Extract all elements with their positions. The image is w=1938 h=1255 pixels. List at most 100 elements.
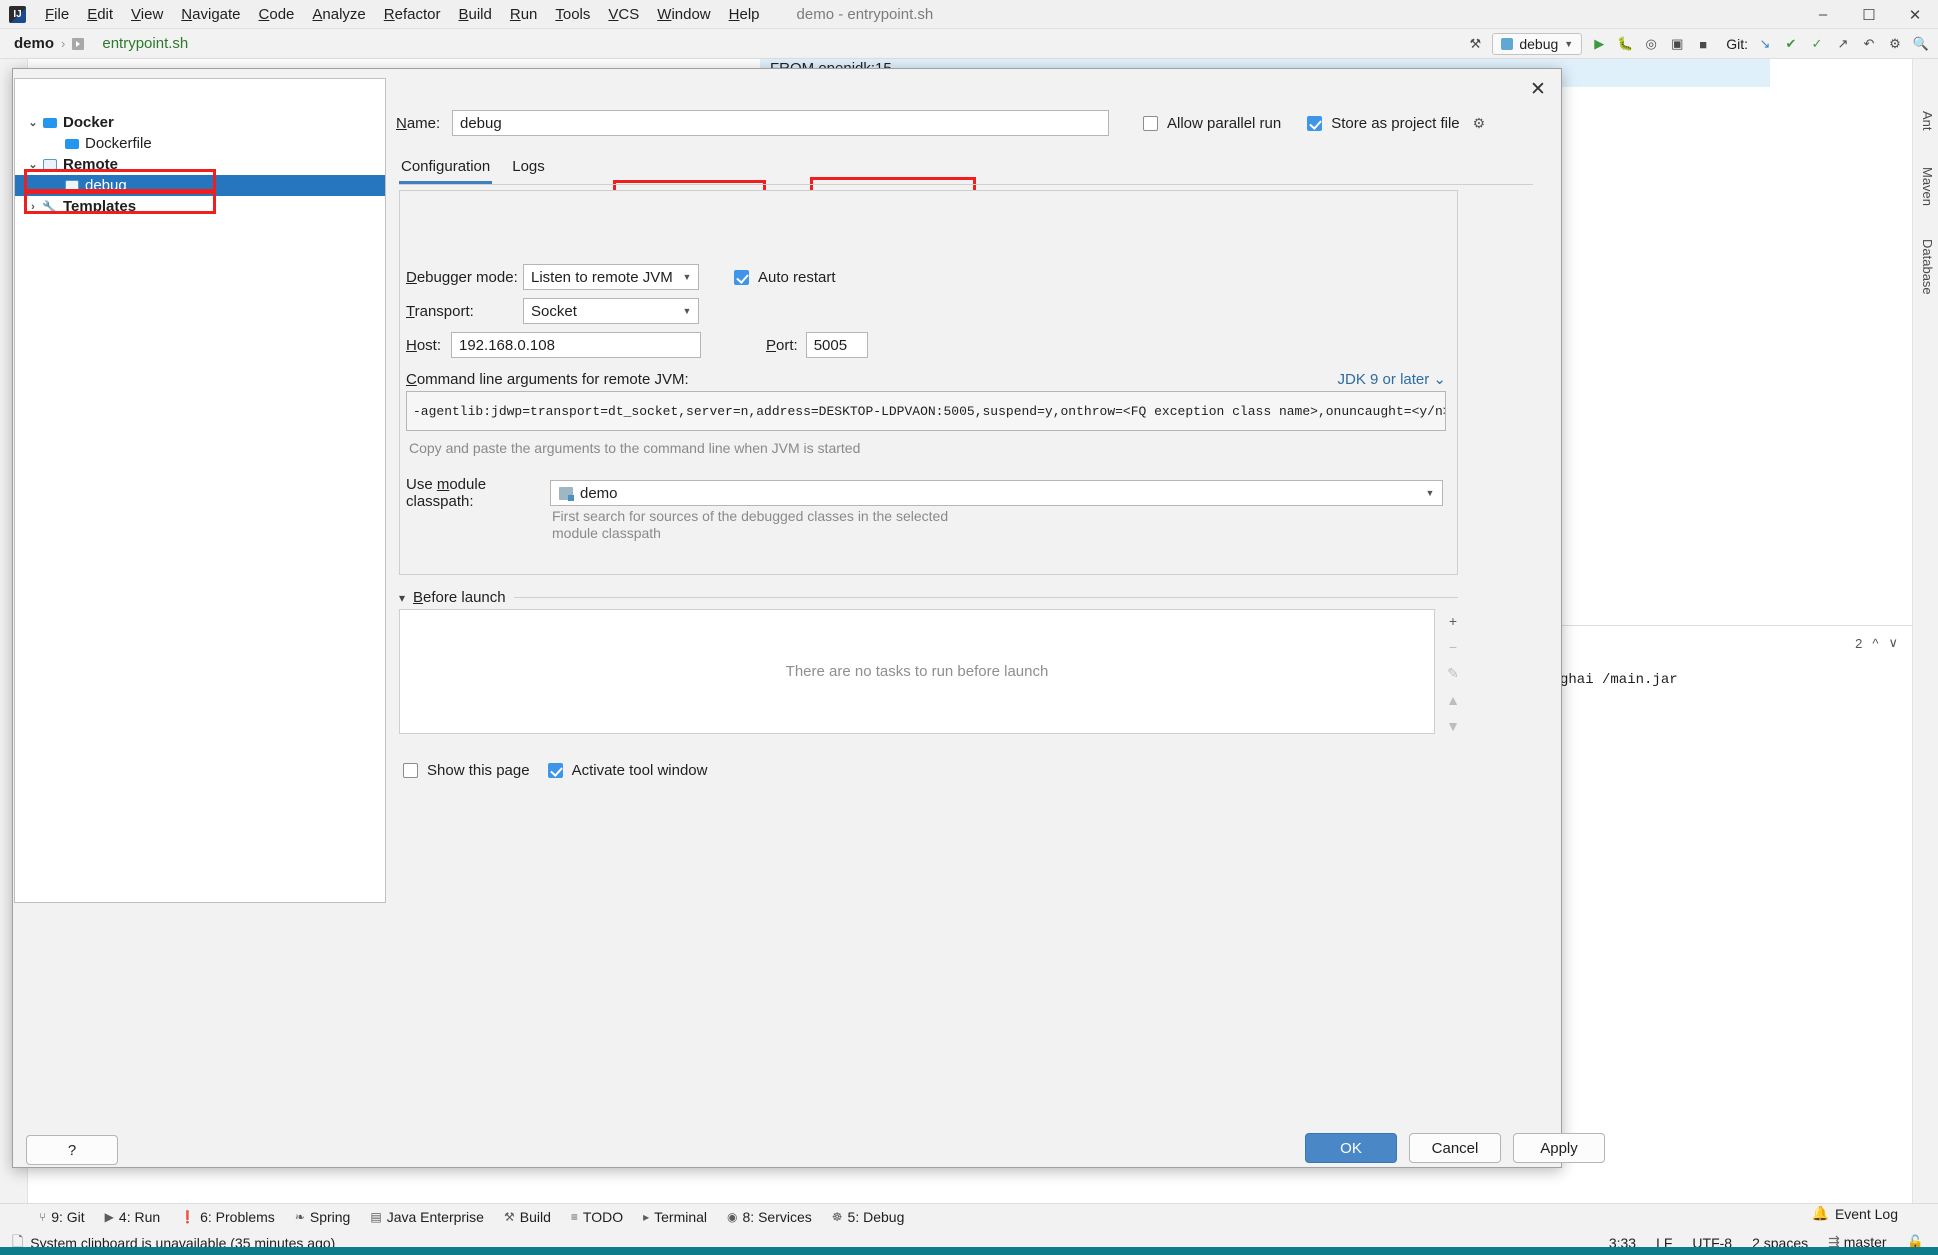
git-update-icon[interactable]: ↘ — [1756, 35, 1774, 53]
allow-parallel-run-box[interactable] — [1143, 116, 1158, 131]
chevron-down-icon[interactable]: ⌄ — [25, 116, 41, 129]
jdk-version-selector[interactable]: JDK 9 or later ⌄ — [1338, 370, 1446, 388]
menu-navigate[interactable]: Navigate — [172, 4, 249, 25]
tree-item-docker[interactable]: ⌄Docker — [15, 112, 385, 133]
tab-logs[interactable]: Logs — [510, 154, 547, 184]
git-share-icon[interactable]: ↗ — [1834, 35, 1852, 53]
menu-help[interactable]: Help — [720, 4, 769, 25]
git-push-icon[interactable]: ✓ — [1808, 35, 1826, 53]
tool-window-6-problems[interactable]: ❗6: Problems — [171, 1207, 284, 1227]
tool-window-8-services[interactable]: ◉8: Services — [718, 1207, 821, 1227]
tool-window-build[interactable]: ⚒Build — [495, 1207, 560, 1227]
close-button[interactable]: ✕ — [1892, 0, 1938, 29]
console-output-line: ghai /main.jar — [1560, 672, 1678, 688]
chevron-down-icon[interactable]: ⌄ — [25, 158, 41, 171]
add-task-icon[interactable]: + — [1449, 613, 1457, 629]
wrench-icon: 🔧 — [41, 199, 58, 214]
git-rollback-icon[interactable]: ↶ — [1860, 35, 1878, 53]
menu-analyze[interactable]: Analyze — [303, 4, 374, 25]
console-expand-icon[interactable]: ∨ — [1888, 635, 1898, 651]
tab-configuration[interactable]: Configuration — [399, 154, 492, 184]
menu-file[interactable]: File — [36, 4, 78, 25]
host-input[interactable]: 192.168.0.108 — [451, 332, 701, 358]
maximize-button[interactable]: ☐ — [1846, 0, 1892, 29]
debug-button[interactable]: 🐛 — [1616, 35, 1634, 53]
activate-tool-window-box[interactable] — [548, 763, 563, 778]
event-log-button[interactable]: 🔔 Event Log — [1812, 1205, 1899, 1222]
stop-button[interactable]: ■ — [1694, 35, 1712, 53]
tool-window-label: Java Enterprise — [387, 1209, 484, 1225]
configurations-tree[interactable]: ⌄Docker›Dockerfile⌄Remote›debug›🔧Templat… — [15, 112, 385, 902]
menu-view[interactable]: View — [122, 4, 172, 25]
ok-button[interactable]: OK — [1305, 1133, 1397, 1163]
activate-tool-window-checkbox[interactable]: Activate tool window — [548, 762, 708, 779]
cancel-button[interactable]: Cancel — [1409, 1133, 1501, 1163]
move-task-down-icon[interactable]: ▼ — [1446, 718, 1460, 734]
name-input[interactable]: debug — [452, 110, 1109, 136]
tree-item-debug[interactable]: ›debug — [15, 175, 385, 196]
menu-run[interactable]: Run — [501, 4, 547, 25]
store-as-project-file-checkbox[interactable]: Store as project file ⚙ — [1307, 115, 1485, 132]
move-task-up-icon[interactable]: ▲ — [1446, 692, 1460, 708]
store-as-project-file-box[interactable] — [1307, 116, 1322, 131]
tool-window-spring[interactable]: ❧Spring — [286, 1207, 360, 1227]
allow-parallel-run-checkbox[interactable]: Allow parallel run — [1143, 115, 1281, 132]
build-hammer-icon[interactable]: ⚒ — [1466, 35, 1484, 53]
menu-build[interactable]: Build — [449, 4, 500, 25]
tool-window-terminal[interactable]: ▸Terminal — [634, 1207, 716, 1227]
menu-refactor[interactable]: Refactor — [375, 4, 450, 25]
tool-window-java-enterprise[interactable]: ▤Java Enterprise — [361, 1207, 493, 1227]
profile-button[interactable]: ▣ — [1668, 35, 1686, 53]
intellij-logo-icon: IJ — [9, 6, 26, 23]
auto-restart-checkbox[interactable]: Auto restart — [734, 269, 836, 286]
transport-label: Transport: — [406, 303, 518, 320]
docker-icon — [63, 136, 80, 151]
show-this-page-checkbox[interactable]: Show this page — [403, 762, 530, 779]
tool-button-database[interactable]: Database — [1920, 239, 1935, 295]
remove-task-icon[interactable]: − — [1449, 639, 1457, 655]
before-launch-title: Before launch — [413, 589, 506, 606]
menu-edit[interactable]: Edit — [78, 4, 122, 25]
menu-code[interactable]: Code — [250, 4, 304, 25]
tree-item-remote[interactable]: ⌄Remote — [15, 154, 385, 175]
search-icon[interactable]: 🔍 — [1912, 35, 1930, 53]
tool-window-9-git[interactable]: ⑂9: Git — [30, 1207, 94, 1227]
tree-item-templates[interactable]: ›🔧Templates — [15, 196, 385, 217]
menu-window[interactable]: Window — [648, 4, 719, 25]
tool-window-todo[interactable]: ≡TODO — [562, 1207, 632, 1227]
git-commit-icon[interactable]: ✔ — [1782, 35, 1800, 53]
help-button[interactable]: ? — [26, 1135, 118, 1165]
debugger-mode-combo[interactable]: Listen to remote JVM ▼ — [523, 264, 699, 290]
before-launch-header[interactable]: ▾ Before launch — [399, 589, 1458, 606]
show-this-page-box[interactable] — [403, 763, 418, 778]
breadcrumb-project[interactable]: demo — [14, 35, 54, 52]
tree-item-dockerfile[interactable]: ›Dockerfile — [15, 133, 385, 154]
chevron-right-icon[interactable]: › — [47, 180, 63, 192]
run-button[interactable]: ▶ — [1590, 35, 1608, 53]
menu-vcs[interactable]: VCS — [599, 4, 648, 25]
run-with-coverage-button[interactable]: ◎ — [1642, 35, 1660, 53]
gear-icon[interactable]: ⚙ — [1473, 115, 1486, 132]
collapse-chevron-icon[interactable]: ▾ — [399, 591, 405, 605]
port-input[interactable]: 5005 — [806, 332, 868, 358]
chevron-right-icon[interactable]: › — [47, 138, 63, 150]
before-launch-task-list[interactable]: There are no tasks to run before launch — [399, 609, 1435, 734]
cmd-args-textarea[interactable]: -agentlib:jdwp=transport=dt_socket,serve… — [406, 391, 1446, 431]
menu-tools[interactable]: Tools — [546, 4, 599, 25]
run-configuration-selector[interactable]: debug ▼ — [1492, 33, 1582, 55]
tool-window-4-run[interactable]: ▶4: Run — [96, 1207, 169, 1227]
auto-restart-box[interactable] — [734, 270, 749, 285]
module-classpath-combo[interactable]: demo ▼ — [550, 480, 1443, 506]
tool-button-ant[interactable]: Ant — [1920, 111, 1935, 131]
apply-button[interactable]: Apply — [1513, 1133, 1605, 1163]
chevron-right-icon[interactable]: › — [25, 201, 41, 213]
edit-task-icon[interactable]: ✎ — [1447, 665, 1459, 682]
tool-button-maven[interactable]: Maven — [1920, 167, 1935, 206]
transport-combo[interactable]: Socket ▼ — [523, 298, 699, 324]
module-classpath-row: Use module classpath: demo ▼ — [406, 476, 1443, 510]
console-collapse-icon[interactable]: ^ — [1872, 636, 1878, 651]
tool-window-5-debug[interactable]: ☸5: Debug — [823, 1207, 914, 1227]
minimize-button[interactable]: – — [1800, 0, 1846, 29]
breadcrumb-file[interactable]: entrypoint.sh — [102, 35, 188, 52]
settings-icon[interactable]: ⚙ — [1886, 35, 1904, 53]
